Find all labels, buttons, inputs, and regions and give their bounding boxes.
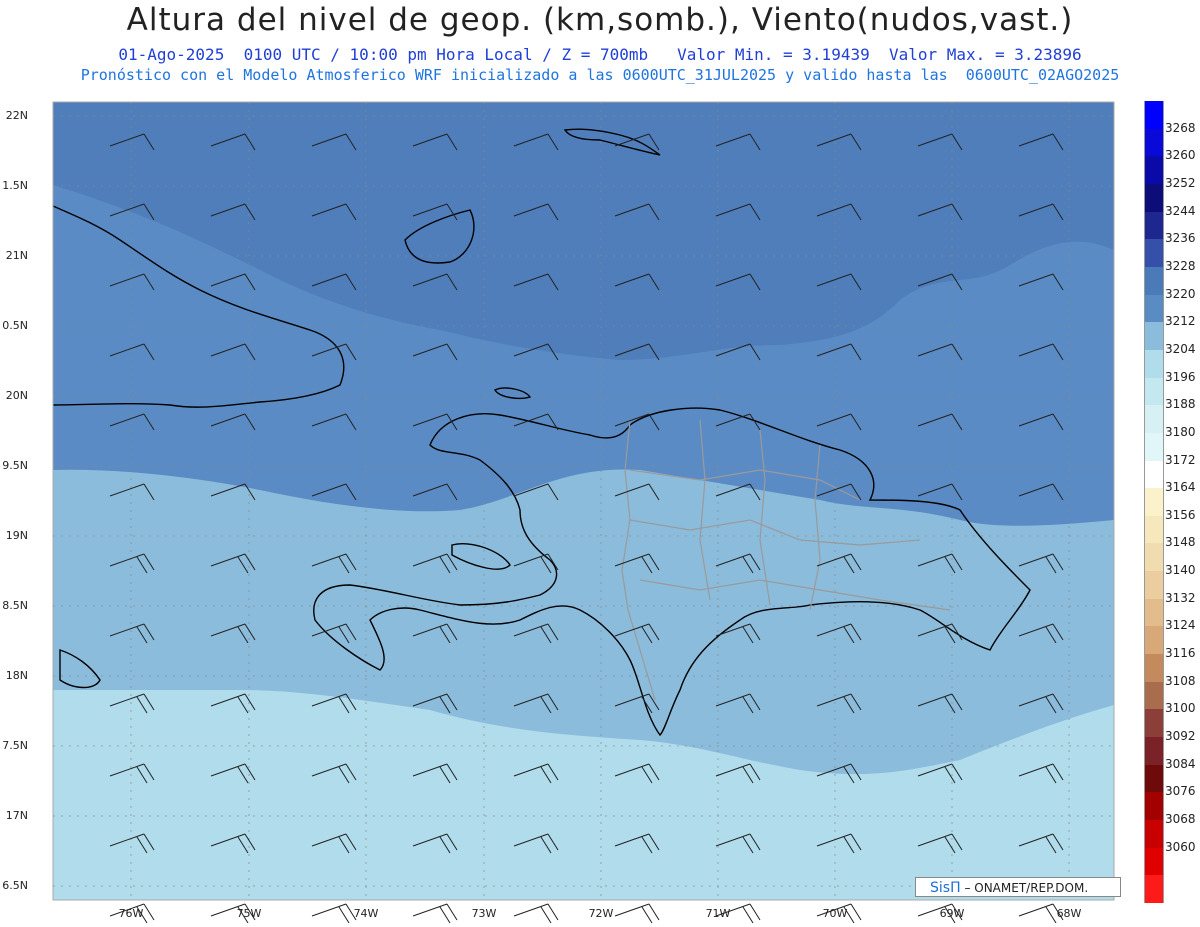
lon-label: 72W bbox=[588, 907, 614, 920]
colorbar-label: 3260 bbox=[1165, 148, 1196, 163]
colorbar-label: 3084 bbox=[1165, 756, 1196, 771]
lon-label: 71W bbox=[705, 907, 731, 920]
geopotential-height-field bbox=[53, 102, 1114, 900]
lon-label: 74W bbox=[353, 907, 379, 920]
colorbar-swatch bbox=[1144, 294, 1164, 323]
colorbar-swatch bbox=[1144, 405, 1164, 434]
colorbar-swatch bbox=[1144, 764, 1164, 793]
colorbar-label: 3076 bbox=[1165, 784, 1196, 799]
lat-label: 0.5N bbox=[2, 319, 28, 332]
lon-label: 70W bbox=[822, 907, 848, 920]
colorbar-label: 3092 bbox=[1165, 729, 1196, 744]
colorbar-swatch bbox=[1144, 377, 1164, 406]
colorbar-swatch bbox=[1144, 847, 1164, 876]
colorbar-swatch bbox=[1144, 460, 1164, 489]
colorbar-label: 3236 bbox=[1165, 231, 1196, 246]
colorbar-swatch bbox=[1144, 626, 1164, 655]
colorbar-label: 3220 bbox=[1165, 286, 1196, 301]
colorbar-swatch bbox=[1144, 322, 1164, 351]
colorbar-swatch bbox=[1144, 792, 1164, 821]
colorbar-label: 3108 bbox=[1165, 673, 1196, 688]
colorbar-label: 3212 bbox=[1165, 314, 1196, 329]
colorbar-label: 3132 bbox=[1165, 590, 1196, 605]
wind-barb bbox=[614, 903, 660, 924]
lat-label: 8.5N bbox=[2, 599, 28, 612]
lat-label: 19N bbox=[5, 529, 28, 542]
colorbar-swatch bbox=[1144, 598, 1164, 627]
credit-box: SisΠ – ONAMET/REP.DOM. bbox=[915, 877, 1121, 897]
forecast-map bbox=[52, 101, 1115, 924]
colorbar-label: 3060 bbox=[1165, 839, 1196, 854]
colorbar-label: 3172 bbox=[1165, 452, 1196, 467]
lon-label: 73W bbox=[471, 907, 497, 920]
wind-barb bbox=[513, 903, 559, 924]
lat-label: 9.5N bbox=[2, 459, 28, 472]
colorbar-swatch bbox=[1144, 156, 1164, 185]
lat-label: 17N bbox=[5, 809, 28, 822]
colorbar-label: 3164 bbox=[1165, 480, 1196, 495]
lon-label: 69W bbox=[939, 907, 965, 920]
lat-label: 7.5N bbox=[2, 739, 28, 752]
colorbar-swatch bbox=[1144, 101, 1164, 130]
colorbar-swatch bbox=[1144, 654, 1164, 683]
colorbar-swatch bbox=[1144, 543, 1164, 572]
wind-barb bbox=[412, 903, 458, 924]
colorbar-label: 3228 bbox=[1165, 258, 1196, 273]
sisppi-logo: SisΠ bbox=[930, 880, 961, 896]
lat-label: 18N bbox=[5, 669, 28, 682]
colorbar-label: 3156 bbox=[1165, 507, 1196, 522]
colorbar-label: 3244 bbox=[1165, 203, 1196, 218]
credit-text: – ONAMET/REP.DOM. bbox=[964, 881, 1089, 895]
colorbar-swatch bbox=[1144, 211, 1164, 240]
colorbar-label: 3068 bbox=[1165, 812, 1196, 827]
lon-label: 76W bbox=[118, 907, 144, 920]
colorbar-swatch bbox=[1144, 515, 1164, 544]
colorbar-label: 3148 bbox=[1165, 535, 1196, 550]
colorbar-swatch bbox=[1144, 128, 1164, 157]
colorbar-swatch bbox=[1144, 737, 1164, 766]
lon-label: 68W bbox=[1056, 907, 1082, 920]
colorbar-swatch bbox=[1144, 488, 1164, 517]
colorbar-swatch bbox=[1144, 709, 1164, 738]
colorbar-swatch bbox=[1144, 571, 1164, 600]
lon-label: 75W bbox=[236, 907, 262, 920]
lat-label: 1.5N bbox=[2, 179, 28, 192]
lat-label: 21N bbox=[5, 249, 28, 262]
colorbar-label: 3180 bbox=[1165, 424, 1196, 439]
colorbar-swatch bbox=[1144, 266, 1164, 296]
colorbar-label: 3188 bbox=[1165, 397, 1196, 412]
colorbar-label: 3204 bbox=[1165, 341, 1196, 356]
colorbar-label: 3124 bbox=[1165, 618, 1196, 633]
colorbar-label: 3100 bbox=[1165, 701, 1196, 716]
lat-label: 6.5N bbox=[2, 879, 28, 892]
colorbar-label: 3268 bbox=[1165, 120, 1196, 135]
colorbar-label: 3196 bbox=[1165, 369, 1196, 384]
colorbar-label: 3140 bbox=[1165, 563, 1196, 578]
colorbar-swatch bbox=[1144, 681, 1164, 710]
colorbar-label: 3116 bbox=[1165, 646, 1196, 661]
colorbar-swatch bbox=[1144, 349, 1164, 379]
lat-label: 22N bbox=[5, 109, 28, 122]
colorbar-label: 3252 bbox=[1165, 175, 1196, 190]
colorbar-swatch bbox=[1144, 239, 1164, 268]
colorbar-swatch bbox=[1144, 875, 1164, 904]
colorbar-swatch bbox=[1144, 183, 1164, 213]
colorbar-swatch bbox=[1144, 432, 1164, 461]
lat-label: 20N bbox=[5, 389, 28, 402]
colorbar-swatch bbox=[1144, 820, 1164, 849]
